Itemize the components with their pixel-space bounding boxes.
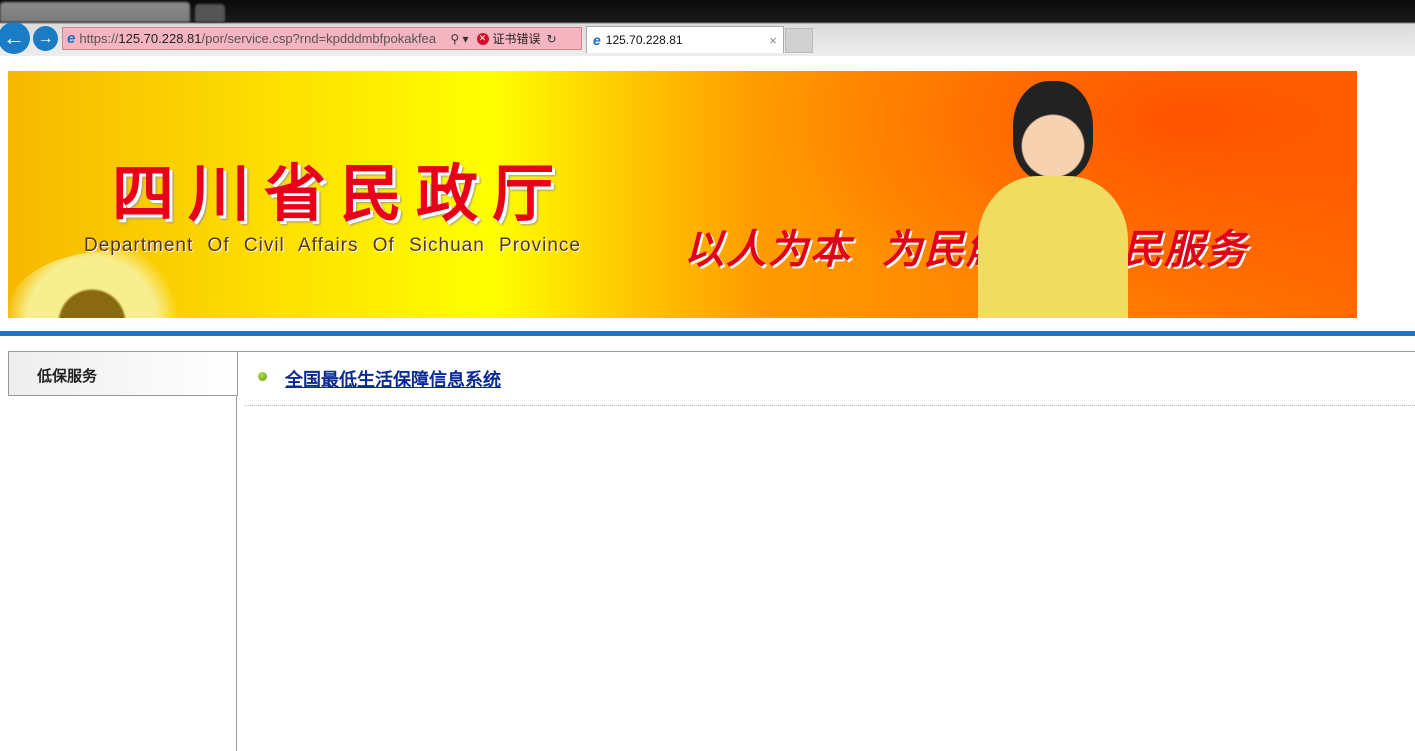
back-arrow-icon: ←: [3, 25, 25, 50]
banner-title-cn: 四川省民政厅: [112, 157, 569, 230]
refresh-icon[interactable]: ↻: [547, 32, 557, 46]
url-host: 125.70.228.81: [118, 31, 202, 46]
minimum-living-security-system-link[interactable]: 全国最低生活保障信息系统: [285, 366, 501, 392]
forward-arrow-icon: →: [37, 29, 54, 47]
sunflower-image: [8, 251, 218, 318]
dotted-separator: [244, 405, 1415, 406]
header-banner: 四川省民政厅 Department Of Civil Affairs Of Si…: [8, 71, 1357, 318]
certificate-error-button[interactable]: ✕ 证书错误: [476, 30, 541, 47]
url-path: /por/service.csp?rnd=kpdddmbfpokakfea: [201, 31, 437, 46]
background-tab[interactable]: [0, 2, 190, 22]
sidebar-divider: [236, 351, 237, 751]
cert-error-label: 证书错误: [492, 32, 541, 46]
url-prefix: https://: [79, 31, 119, 46]
address-bar[interactable]: e https://125.70.228.81/por/service.csp?…: [62, 27, 582, 50]
ie-icon: e: [593, 32, 601, 48]
header-divider: [0, 331, 1415, 336]
search-icon[interactable]: ⚲ ▾: [450, 32, 468, 46]
close-tab-icon[interactable]: ×: [769, 33, 777, 48]
browser-chrome: ← → e https://125.70.228.81/por/service.…: [0, 0, 1415, 56]
sidebar-tab-dibao-service[interactable]: 低保服务: [8, 351, 238, 396]
new-tab-button[interactable]: [785, 28, 813, 53]
background-tab-2[interactable]: [195, 4, 225, 22]
url-text[interactable]: https://125.70.228.81/por/service.csp?rn…: [79, 31, 444, 46]
active-tab[interactable]: e 125.70.228.81 ×: [586, 26, 784, 53]
back-button[interactable]: ←: [0, 22, 30, 54]
content-top-border: [237, 351, 1415, 352]
banner-title-en: Department Of Civil Affairs Of Sichuan P…: [84, 235, 581, 256]
forward-button[interactable]: →: [33, 26, 58, 51]
girl-head: [1013, 81, 1093, 181]
tab-title: 125.70.228.81: [605, 33, 683, 47]
girl-body: [978, 176, 1128, 318]
bullet-icon: [258, 372, 267, 381]
error-icon: ✕: [476, 32, 489, 45]
girl-image: [968, 81, 1138, 318]
banner-slogan: 以人为本 为民解困 为民服务: [684, 226, 1248, 273]
ie-icon: e: [67, 30, 76, 47]
